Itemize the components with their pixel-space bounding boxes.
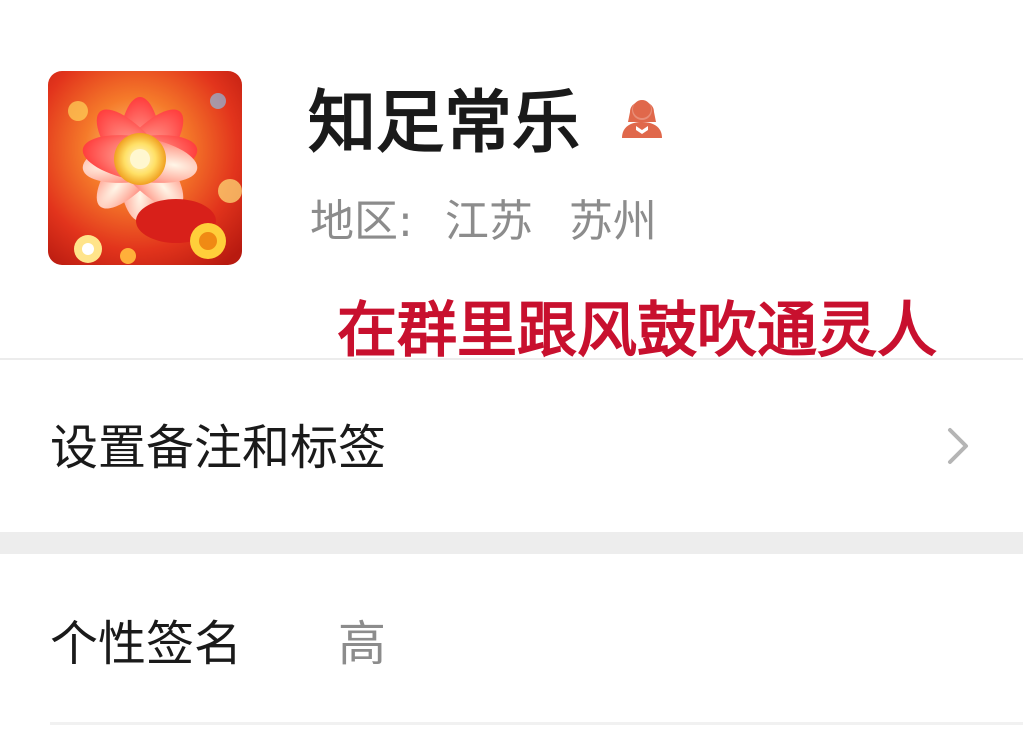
contact-profile-page: 知足常乐 地区: 江苏 苏州 在群里跟风鼓吹通灵人 设置备注和标签 个性签名 高: [0, 0, 1023, 740]
flower-avatar-image: [48, 71, 242, 265]
region-text: 地区: 江苏 苏州: [310, 192, 657, 252]
divider: [50, 722, 1023, 725]
overlay-annotation: 在群里跟风鼓吹通灵人: [337, 296, 937, 366]
profile-header: 知足常乐 地区: 江苏 苏州 在群里跟风鼓吹通灵人: [0, 0, 1023, 366]
signature-value: 高: [338, 616, 387, 672]
region-province: 江苏: [444, 196, 533, 247]
set-remark-and-tags-label: 设置备注和标签: [50, 420, 387, 476]
signature-label: 个性签名: [50, 616, 243, 672]
chevron-right-icon[interactable]: [940, 422, 976, 470]
region-label: 地区:: [310, 196, 413, 247]
contact-name: 知足常乐: [308, 84, 581, 163]
female-user-icon: [622, 100, 662, 138]
region-city: 苏州: [568, 196, 657, 247]
avatar[interactable]: [48, 71, 242, 265]
section-gap: [0, 532, 1023, 554]
